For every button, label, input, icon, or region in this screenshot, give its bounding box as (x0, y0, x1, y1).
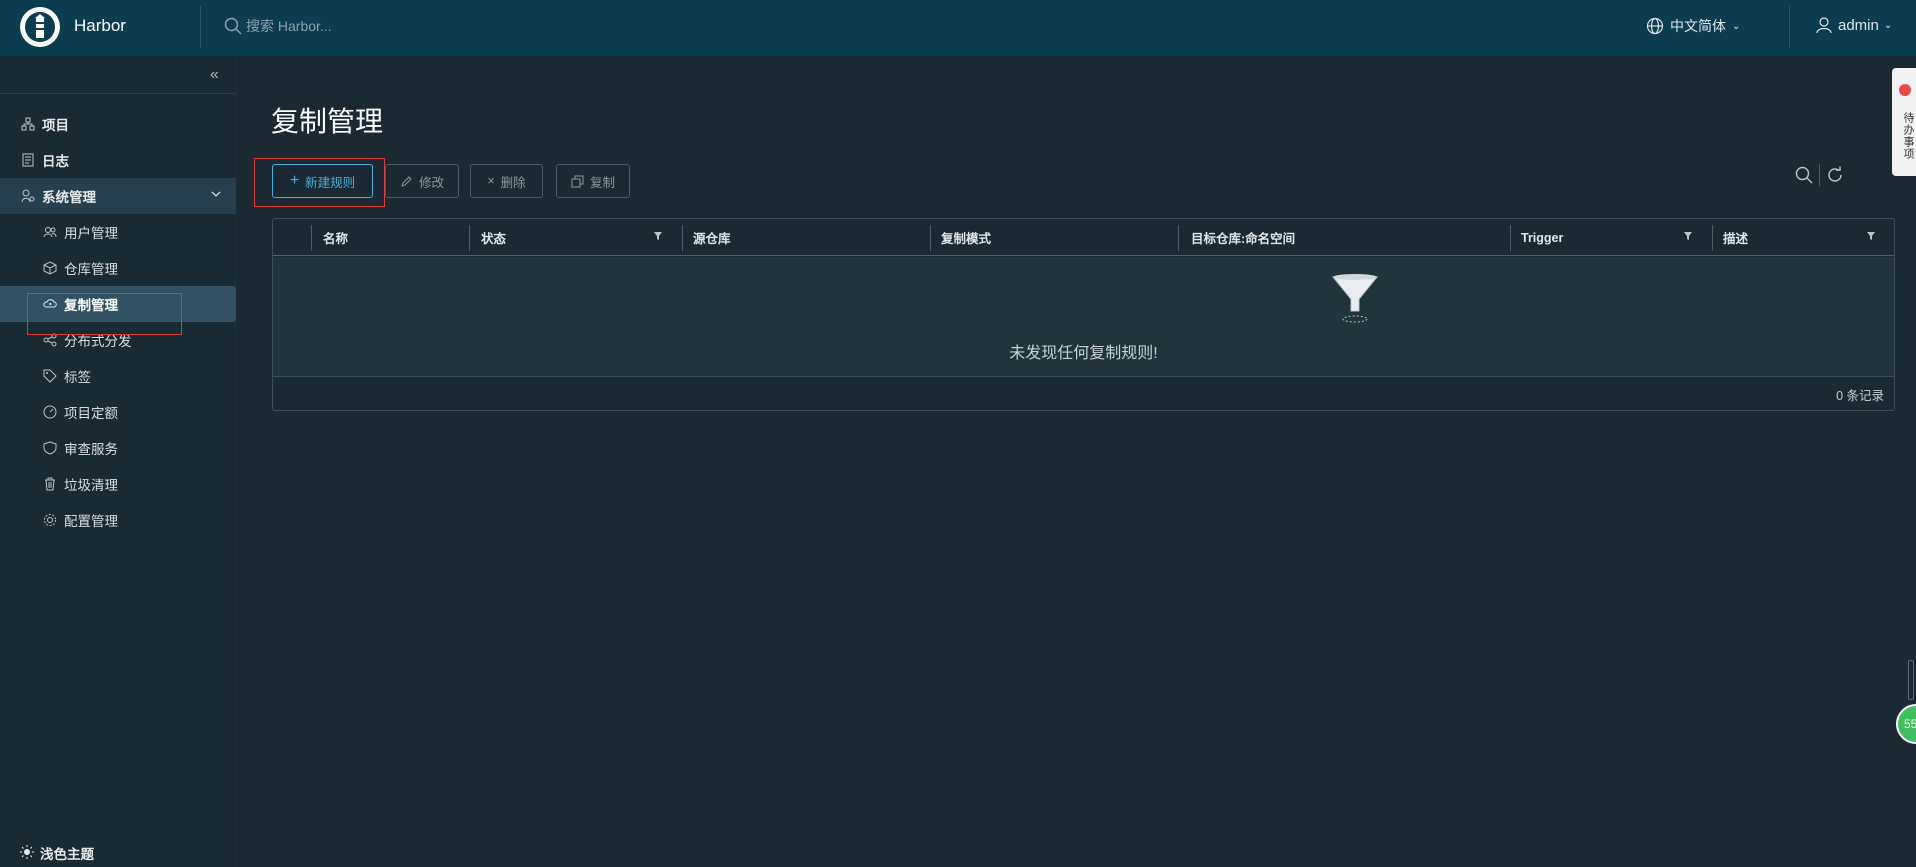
globe-icon (1646, 17, 1664, 35)
copy-button[interactable]: 复制 (556, 164, 630, 198)
search-icon (224, 17, 242, 35)
column-header-source[interactable]: 源仓库 (693, 219, 731, 256)
chevron-down-icon (210, 188, 222, 203)
log-icon (20, 152, 36, 168)
column-divider (311, 225, 312, 251)
delete-label: 删除 (500, 175, 526, 190)
header-divider (1789, 6, 1790, 48)
sidebar-item-projects[interactable]: 项目 (0, 106, 236, 142)
sidebar-divider (0, 93, 236, 94)
filter-icon[interactable] (653, 231, 663, 241)
sidebar-item-label: 用户管理 (64, 226, 118, 241)
collapse-sidebar-icon[interactable]: « (210, 66, 219, 84)
users-icon (42, 224, 58, 240)
sidebar-item-label: 项目定额 (64, 406, 118, 421)
copy-icon (571, 175, 584, 187)
empty-message: 未发现任何复制规则! (1009, 345, 1158, 362)
search-input[interactable]: 搜索 Harbor... (246, 16, 332, 36)
trash-icon (42, 476, 58, 492)
column-divider (469, 225, 470, 251)
column-header-destination[interactable]: 目标仓库:命名空间 (1191, 219, 1295, 256)
sidebar-item-logs[interactable]: 日志 (0, 142, 236, 178)
search-icon[interactable] (1795, 166, 1813, 184)
top-header: Harbor 搜索 Harbor... 中文简体 ⌄ admin ⌄ (0, 0, 1916, 56)
chevron-down-icon: ⌄ (1883, 19, 1893, 31)
sidebar-item-labels[interactable]: 标签 (0, 358, 236, 394)
project-icon (20, 116, 36, 132)
refresh-icon[interactable] (1826, 166, 1844, 184)
column-header-name[interactable]: 名称 (323, 219, 348, 256)
column-header-status[interactable]: 状态 (481, 219, 506, 256)
page-title: 复制管理 (271, 106, 384, 137)
user-icon (1816, 17, 1832, 34)
sidebar-item-users[interactable]: 用户管理 (0, 214, 236, 250)
shield-icon (42, 440, 58, 456)
toolbar-divider (1819, 164, 1820, 186)
user-menu[interactable]: admin ⌄ (1815, 16, 1892, 34)
scroll-indicator[interactable] (1908, 660, 1914, 700)
column-divider (930, 225, 931, 251)
empty-state: 未发现任何复制规则! (273, 257, 1894, 377)
highlight-box (27, 293, 182, 335)
sidebar-item-label: 垃圾清理 (64, 478, 118, 493)
close-icon: × (487, 174, 495, 188)
edit-label: 修改 (418, 175, 444, 190)
theme-label: 浅色主题 (40, 847, 94, 862)
header-divider (200, 6, 201, 48)
side-tab-label: 待办事项 (1902, 112, 1914, 160)
delete-button[interactable]: × 删除 (470, 164, 543, 198)
sidebar-item-label: 配置管理 (64, 514, 118, 529)
edit-button[interactable]: 修改 (385, 164, 459, 198)
sun-icon (20, 844, 34, 862)
language-selector[interactable]: 中文简体 ⌄ (1646, 16, 1740, 36)
sidebar-item-label: 标签 (64, 370, 91, 385)
record-count: 0 条记录 (1836, 389, 1884, 403)
admin-icon (20, 188, 36, 204)
column-divider (1712, 225, 1713, 251)
replication-rules-table: 名称 状态 源仓库 复制模式 目标仓库:命名空间 Trigger 描述 未发现任… (272, 218, 1895, 411)
column-header-mode[interactable]: 复制模式 (941, 219, 991, 256)
sidebar-item-interrogation[interactable]: 审查服务 (0, 430, 236, 466)
sidebar-item-label: 系统管理 (42, 190, 96, 205)
filter-icon[interactable] (1866, 231, 1876, 241)
sidebar-item-registries[interactable]: 仓库管理 (0, 250, 236, 286)
harbor-logo[interactable] (20, 7, 60, 47)
column-header-description[interactable]: 描述 (1723, 219, 1748, 256)
highlight-box (254, 158, 385, 207)
quota-icon (42, 404, 58, 420)
floating-badge[interactable]: 55 (1896, 704, 1916, 744)
chevron-down-icon: ⌄ (1732, 20, 1741, 32)
table-header: 名称 状态 源仓库 复制模式 目标仓库:命名空间 Trigger 描述 (273, 219, 1894, 256)
sidebar-item-administration[interactable]: 系统管理 (0, 178, 236, 214)
sidebar-item-label: 审查服务 (64, 442, 118, 457)
grid-toolbar (1795, 164, 1844, 186)
empty-funnel-icon (1331, 274, 1379, 323)
username: admin (1838, 16, 1879, 34)
lighthouse-icon (25, 12, 55, 42)
notification-dot (1899, 84, 1911, 96)
column-divider (1178, 225, 1179, 251)
column-divider (682, 225, 683, 251)
sidebar-item-garbage-collection[interactable]: 垃圾清理 (0, 466, 236, 502)
floating-badge-count: 55 (1904, 717, 1916, 731)
sidebar: « 项目 日志 系统管理 用户管理 仓库管理 复制管理 分布式分发 标签 项目定… (0, 56, 236, 867)
brand-name[interactable]: Harbor (74, 16, 126, 36)
registry-icon (42, 260, 58, 276)
copy-label: 复制 (589, 175, 615, 190)
pencil-icon (401, 175, 412, 187)
sidebar-item-quotas[interactable]: 项目定额 (0, 394, 236, 430)
global-search[interactable]: 搜索 Harbor... (224, 16, 332, 36)
tag-icon (42, 368, 58, 384)
column-header-trigger[interactable]: Trigger (1521, 219, 1563, 256)
sidebar-item-configuration[interactable]: 配置管理 (0, 502, 236, 538)
theme-toggle[interactable]: 浅色主题 (20, 843, 94, 863)
sidebar-item-label: 仓库管理 (64, 262, 118, 277)
column-divider (1510, 225, 1511, 251)
filter-icon[interactable] (1683, 231, 1693, 241)
sidebar-item-label: 日志 (42, 154, 69, 169)
language-label: 中文简体 (1670, 18, 1726, 34)
sidebar-item-label: 项目 (42, 118, 69, 133)
gear-icon (42, 512, 58, 528)
